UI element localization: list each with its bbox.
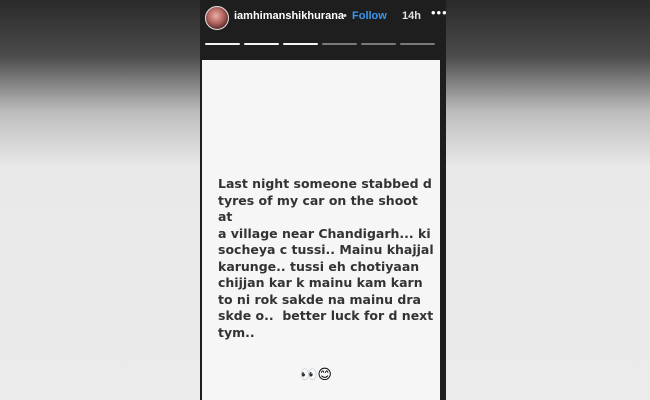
separator-dot: • bbox=[343, 10, 347, 22]
story-text: Last night someone stabbed d tyres of my… bbox=[218, 176, 434, 340]
story-timestamp: 14h bbox=[402, 10, 421, 22]
blurred-background-right bbox=[446, 0, 650, 400]
story-progress-segment-5 bbox=[361, 43, 396, 45]
more-options-icon[interactable]: ••• bbox=[431, 5, 446, 20]
story-username[interactable]: iamhimanshikhurana bbox=[234, 10, 344, 22]
story-progress-segment-2 bbox=[244, 43, 279, 45]
blurred-background-left bbox=[0, 0, 200, 400]
story-progress-segment-6 bbox=[400, 43, 435, 45]
story-header: iamhimanshikhurana • Follow 14h ••• bbox=[200, 0, 446, 52]
follow-button[interactable]: Follow bbox=[352, 10, 387, 22]
instagram-story[interactable]: iamhimanshikhurana • Follow 14h ••• Last… bbox=[200, 0, 446, 400]
story-progress-segment-1 bbox=[205, 43, 240, 45]
avatar-icon[interactable] bbox=[205, 6, 229, 30]
emoji-eyes-smile-icon: 👀😊 bbox=[300, 366, 333, 382]
story-progress-segment-4 bbox=[322, 43, 357, 45]
story-progress-segment-3 bbox=[283, 43, 318, 45]
story-content: Last night someone stabbed d tyres of my… bbox=[202, 60, 440, 400]
